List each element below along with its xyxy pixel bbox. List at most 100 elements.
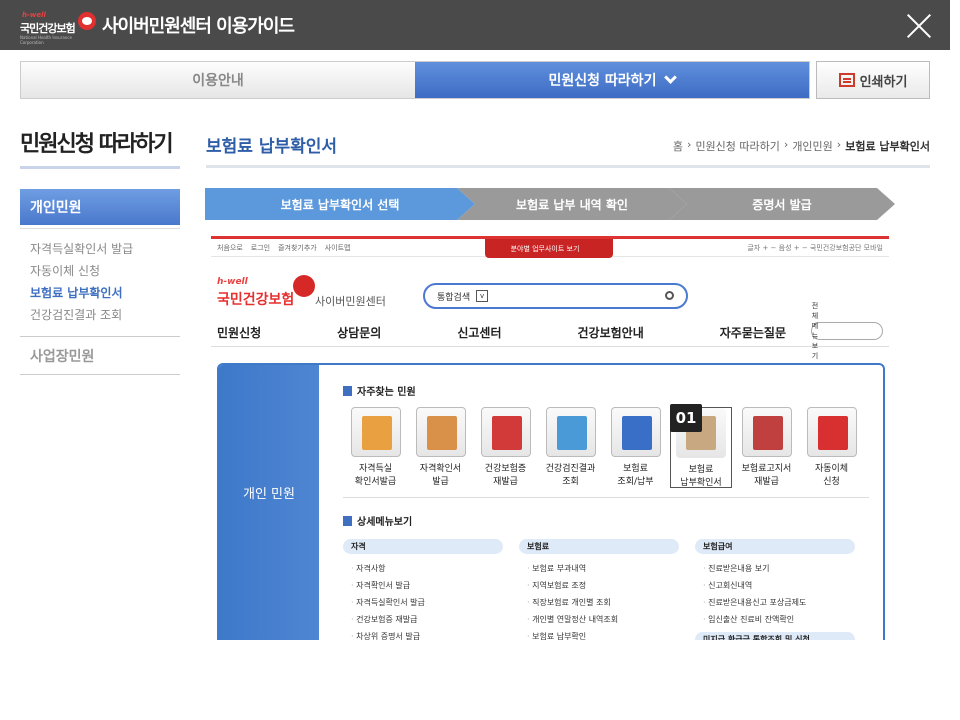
search-label: 통합검색 (437, 292, 471, 303)
sidebar-item-checkup[interactable]: 건강검진결과 조회 (30, 304, 133, 326)
tab-usage-guide[interactable]: 이용안내 (21, 62, 415, 98)
chevron-down-icon (664, 71, 678, 84)
service-icon (480, 407, 531, 457)
service-icon-item: 자격확인서 발급 (408, 407, 473, 488)
service-icon-glyph (752, 416, 783, 450)
menu-link: 보험료 납부확인 (519, 628, 679, 640)
service-label-1: 보험료 (623, 464, 648, 474)
service-label-1: 자동이체 (814, 464, 849, 474)
breadcrumb: 홈 › 민원신청 따라하기 › 개인민원 › 보험료 납부확인서 (673, 138, 930, 154)
service-icon-item: 자동이체신청 (799, 407, 864, 488)
step-2: 보험료 납부 내역 확인 (457, 188, 687, 220)
menu-link: 개인별 연말정산 내역조회 (519, 611, 679, 628)
service-label-2: 재발급 (493, 477, 518, 487)
close-icon[interactable] (906, 13, 932, 39)
menu-link: 지역보험료 조정 (519, 577, 679, 594)
service-icon (545, 407, 596, 457)
logo-small-text: h-well (217, 277, 248, 287)
service-label-2: 조회/납부 (617, 477, 654, 487)
printer-icon (838, 73, 855, 87)
breadcrumb-current: 보험료 납부확인서 (845, 140, 930, 153)
service-icon (741, 407, 792, 457)
nav-item: 신고센터 (457, 326, 502, 340)
chevron-right-icon: › (783, 138, 789, 151)
site-nav: 민원신청 상담문의 신고센터 건강보험안내 자주묻는질문 전체메뉴보기 (211, 302, 889, 360)
menu-link: 건강보험증 재발급 (343, 611, 503, 628)
print-label: 인쇄하기 (859, 74, 908, 90)
search-box: 통합검색 v (423, 283, 688, 309)
chevron-right-icon: › (687, 138, 692, 151)
service-icon (610, 407, 661, 457)
service-label-2: 재발급 (754, 477, 779, 487)
nav-item: 민원신청 (217, 326, 262, 340)
step-indicator: 보험료 납부확인서 선택 보험료 납부 내역 확인 증명서 발급 (205, 188, 895, 220)
menu-column: 자격자격사항자격확인서 발급자격득실확인서 발급건강보험증 재발급차상위 증명서… (343, 539, 503, 640)
service-icon-item: 01 보험료 납부확인서 (670, 404, 732, 488)
util-link: 로그인 (250, 243, 271, 252)
print-button[interactable]: 인쇄하기 (816, 61, 930, 99)
service-label-1: 자격확인서 (419, 464, 462, 474)
red-tab-label: 분야별 업무사이트 보기 (510, 244, 580, 253)
util-right: 글자 + − 음성 + − 국민건강보험공단 모바일 (747, 244, 883, 252)
step-1: 보험료 납부확인서 선택 (205, 188, 475, 220)
service-label-1: 건강검진결과 (545, 464, 596, 474)
menu-link: 자격확인서 발급 (343, 577, 503, 594)
util-bar: 처음으로 로그인 즐겨찾기추가 사이트맵 분야별 업무사이트 보기 글자 + −… (211, 239, 889, 258)
logo-name: 국민건강보험 (20, 22, 76, 35)
service-icon-glyph (817, 416, 848, 450)
divider (20, 336, 180, 337)
section-title: 자주찾는 민원 (343, 383, 416, 398)
sidebar-item-payment-confirm[interactable]: 보험료 납부확인서 (30, 282, 133, 304)
service-icon-item: 건강보험증 재발급 (473, 407, 538, 488)
page-title: 보험료 납부확인서 (206, 137, 338, 157)
service-label-1: 자격득실 (358, 464, 393, 474)
service-label-2: 확인서발급 (354, 477, 397, 487)
util-link: 사이트맵 (324, 243, 351, 252)
menu-column: 보험료보험료 부과내역지역보험료 조정직장보험료 개인별 조회개인별 연말정산 … (519, 539, 679, 640)
sidebar-item-personal[interactable]: 개인민원 (20, 189, 180, 225)
service-icon (806, 407, 857, 457)
tab-label: 민원신청 따라하기 (548, 73, 657, 89)
breadcrumb-item[interactable]: 민원신청 따라하기 (695, 138, 779, 154)
service-icon-item: 보험료고지서 재발급 (734, 407, 799, 488)
site-logo: h-well 국민건강보험 사이버민원센터 (217, 275, 397, 309)
util-link: 즐겨찾기추가 (278, 243, 317, 252)
service-icon-glyph (491, 416, 522, 450)
nav-item: 자주묻는질문 (719, 326, 787, 340)
all-menu-label: 전체메뉴보기 (811, 302, 819, 360)
sidebar-submenu: 자격득실확인서 발급 자동이체 신청 보험료 납부확인서 건강검진결과 조회 (30, 238, 133, 326)
menu-link: 진료받은내용 보기 (695, 560, 855, 577)
service-icon (350, 407, 401, 457)
red-tab: 분야별 업무사이트 보기 (485, 239, 613, 258)
nhis-logo: h-well 국민건강보험 National Health Insurance … (20, 8, 96, 45)
service-icon-item: 보험료조회/납부 (603, 407, 668, 488)
nav-item: 상담문의 (337, 326, 382, 340)
breadcrumb-item[interactable]: 개인민원 (792, 138, 832, 154)
all-menu-button: 전체메뉴보기 (811, 302, 883, 360)
menu-column-head: 보험급여 (695, 539, 855, 554)
menu-link: 차상위 증명서 발급 (343, 628, 503, 640)
sidebar-item-business[interactable]: 사업장민원 (30, 346, 94, 366)
chevron-right-icon: › (836, 138, 842, 151)
menu-column-head: 보험료 (519, 539, 679, 554)
step-3: 증명서 발급 (669, 188, 895, 220)
section-title: 상세메뉴보기 (343, 513, 412, 528)
step-badge: 01 (670, 404, 702, 432)
divider (343, 497, 869, 498)
window-title: 사이버민원센터 이용가이드 (102, 16, 295, 37)
breadcrumb-home[interactable]: 홈 (673, 138, 683, 154)
nav-item: 건강보험안내 (577, 326, 644, 340)
sidebar-item-auto-transfer[interactable]: 자동이체 신청 (30, 260, 133, 282)
logo-sub: National Health Insurance Corporation (20, 35, 72, 45)
service-label-2: 조회 (562, 477, 579, 487)
tab-application-walkthrough[interactable]: 민원신청 따라하기 (415, 62, 809, 98)
service-icon-glyph (556, 416, 587, 450)
menu-link: 임신출산 진료비 잔액확인 (695, 611, 855, 628)
menu-link: 자격사항 (343, 560, 503, 577)
section-title-text: 상세메뉴보기 (357, 517, 413, 528)
service-label-2: 신청 (823, 477, 840, 487)
sidebar-item-qualification[interactable]: 자격득실확인서 발급 (30, 238, 133, 260)
title-bar: h-well 국민건강보험 National Health Insurance … (0, 0, 950, 50)
menu-column-head: 자격 (343, 539, 503, 554)
service-icon (415, 407, 466, 457)
